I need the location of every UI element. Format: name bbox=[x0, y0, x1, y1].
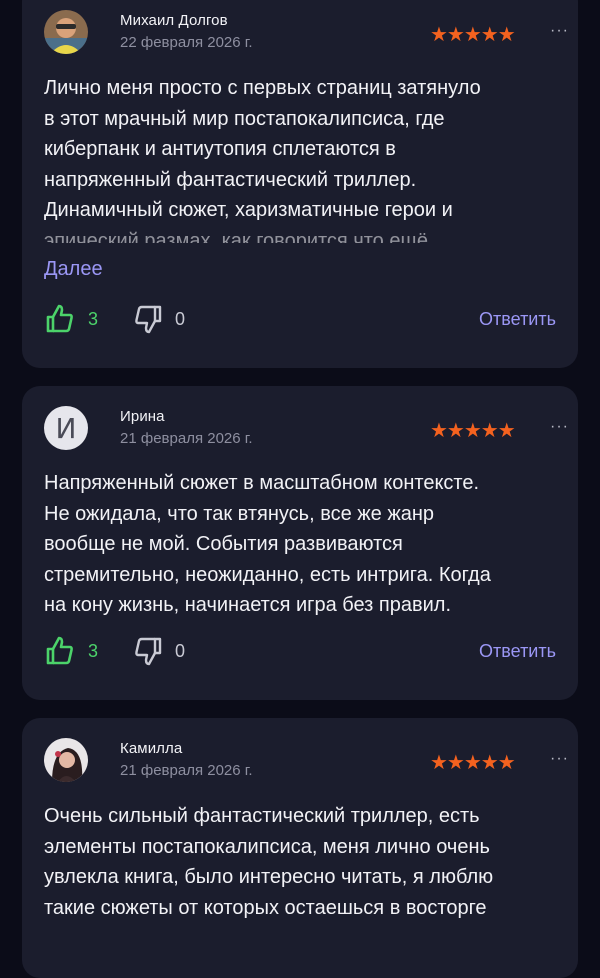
thumbs-down-icon[interactable] bbox=[134, 636, 162, 671]
more-options-button[interactable]: ··· bbox=[550, 418, 569, 436]
review-text-line: на кону жизнь, начинается игра без прави… bbox=[44, 594, 452, 616]
review-text-line: эпический размах, как говорится что ещё bbox=[44, 229, 429, 243]
review-text-line: напряженный фантастический триллер. bbox=[44, 168, 417, 191]
avatar[interactable] bbox=[44, 10, 88, 54]
rating-stars: ★★★★★ bbox=[430, 420, 516, 442]
review-text-line: Не ожидала, что так втянусь, все же жанр bbox=[44, 502, 435, 525]
review-text-line: Очень сильный фантастический триллер, ес… bbox=[44, 805, 480, 827]
reply-button[interactable]: Ответить bbox=[479, 641, 556, 662]
like-count: 3 bbox=[88, 309, 99, 329]
review-text: Очень сильный фантастический триллер, ес… bbox=[44, 801, 564, 923]
review-date: 22 февраля 2026 г. bbox=[120, 34, 253, 51]
author-name[interactable]: Михаил Долгов bbox=[120, 12, 228, 29]
dislike-count: 0 bbox=[175, 309, 186, 329]
thumbs-down-icon[interactable] bbox=[134, 304, 162, 339]
review-text-line: увлекла книга, было интересно читать, я … bbox=[44, 866, 494, 888]
avatar[interactable]: И bbox=[44, 406, 88, 450]
read-more-link[interactable]: Далее bbox=[44, 258, 103, 281]
review-header: Михаил Долгов 22 февраля 2026 г. ★★★★★ ·… bbox=[44, 10, 568, 70]
review-text-line: элементы постапокалипсиса, меня лично оч… bbox=[44, 835, 490, 858]
author-name[interactable]: Ирина bbox=[120, 408, 165, 425]
review-text-line: Напряженный сюжет в масштабном контексте… bbox=[44, 472, 480, 494]
review-header: И Ирина 21 февраля 2026 г. ★★★★★ ··· bbox=[44, 406, 568, 466]
reply-button[interactable]: Ответить bbox=[479, 309, 556, 330]
review-text: Напряженный сюжет в масштабном контексте… bbox=[44, 468, 564, 621]
review-actions: 3 0 Ответить bbox=[44, 636, 556, 672]
review-header: Камилла 21 февраля 2026 г. ★★★★★ ··· bbox=[44, 738, 568, 798]
review-date: 21 февраля 2026 г. bbox=[120, 762, 253, 779]
review-card: И Ирина 21 февраля 2026 г. ★★★★★ ··· Нап… bbox=[22, 386, 578, 700]
more-options-button[interactable]: ··· bbox=[550, 750, 569, 768]
review-text-line: вообще не мой. События развиваются bbox=[44, 533, 403, 555]
review-text: Лично меня просто с первых страниц затян… bbox=[44, 73, 564, 243]
more-options-button[interactable]: ··· bbox=[550, 22, 569, 40]
review-text-line: киберпанк и антиутопия сплетаются в bbox=[44, 138, 396, 160]
author-name[interactable]: Камилла bbox=[120, 740, 182, 757]
review-card: Камилла 21 февраля 2026 г. ★★★★★ ··· Оче… bbox=[22, 718, 578, 978]
dislike-count: 0 bbox=[175, 641, 186, 661]
rating-stars: ★★★★★ bbox=[430, 752, 516, 774]
review-date: 21 февраля 2026 г. bbox=[120, 430, 253, 447]
review-actions: 3 0 Ответить bbox=[44, 304, 556, 340]
review-text-line: Динамичный сюжет, харизматичные герои и bbox=[44, 199, 453, 221]
like-count: 3 bbox=[88, 641, 99, 661]
thumbs-up-icon[interactable] bbox=[46, 304, 74, 339]
review-card: Михаил Долгов 22 февраля 2026 г. ★★★★★ ·… bbox=[22, 0, 578, 368]
review-text-line: в этот мрачный мир постапокалипсиса, где bbox=[44, 107, 445, 130]
thumbs-up-icon[interactable] bbox=[46, 636, 74, 671]
review-text-line: Лично меня просто с первых страниц затян… bbox=[44, 77, 481, 99]
review-text-line: стремительно, неожиданно, есть интрига. … bbox=[44, 563, 491, 586]
rating-stars: ★★★★★ bbox=[430, 24, 516, 46]
avatar[interactable] bbox=[44, 738, 88, 782]
review-text-line: такие сюжеты от которых остаешься в вост… bbox=[44, 896, 487, 919]
